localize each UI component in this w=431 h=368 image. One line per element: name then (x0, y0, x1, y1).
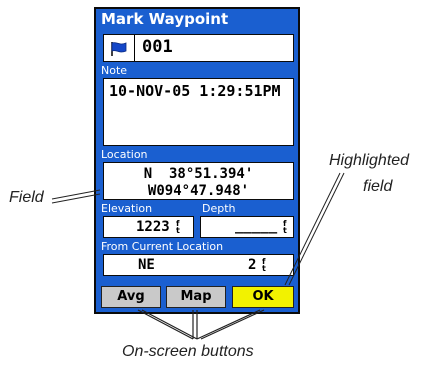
highlighted-callout-line2: field (363, 178, 393, 195)
onscreen-buttons-callout: On-screen buttons (122, 343, 254, 360)
highlighted-callout-line1: Highlighted (329, 152, 410, 169)
field-callout: Field (9, 189, 44, 206)
